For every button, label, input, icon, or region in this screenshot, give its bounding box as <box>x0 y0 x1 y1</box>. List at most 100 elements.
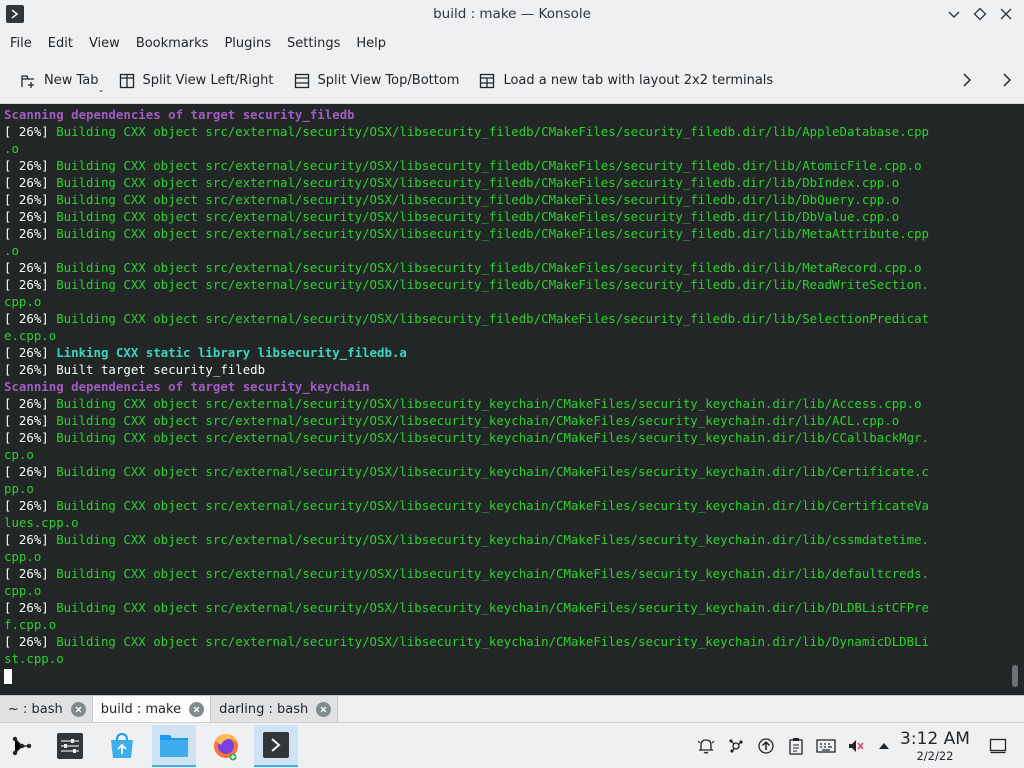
terminal-line: f.cpp.o <box>4 616 1004 633</box>
kde-connect-icon[interactable] <box>726 736 746 756</box>
new-tab-button[interactable]: New Tab ⌄ <box>12 64 107 98</box>
file-manager-icon[interactable] <box>152 725 196 767</box>
close-button[interactable] <box>996 4 1016 24</box>
terminal-line: [ 26%] Building CXX object src/external/… <box>4 276 1004 293</box>
terminal-line-text: pp.o <box>4 481 34 496</box>
chevron-right-icon <box>963 73 972 87</box>
show-desktop-icon[interactable] <box>988 736 1008 756</box>
terminal-line-text: cp.o <box>4 447 34 462</box>
volume-muted-icon[interactable] <box>846 736 866 756</box>
close-icon <box>1000 8 1012 20</box>
maximize-button[interactable] <box>970 4 990 24</box>
keyboard-layout-icon[interactable] <box>816 736 836 756</box>
terminal-line-text: st.cpp.o <box>4 651 64 666</box>
terminal-line: Scanning dependencies of target security… <box>4 106 1004 123</box>
menu-settings[interactable]: Settings <box>279 30 348 58</box>
toolbar: New Tab ⌄ Split View Left/Right Split Vi… <box>0 58 1024 104</box>
terminal-line-text: Building CXX object src/external/securit… <box>56 634 930 649</box>
terminal-line: [ 26%] Building CXX object src/external/… <box>4 310 1004 327</box>
terminal-line-text: Building CXX object src/external/securit… <box>56 413 900 428</box>
prompt-line <box>4 667 1004 684</box>
menu-file[interactable]: File <box>2 30 40 58</box>
toolbar-overflow-button[interactable] <box>997 70 1017 90</box>
terminal-line-text: Building CXX object src/external/securit… <box>56 124 930 139</box>
split-left-right-button[interactable]: Split View Left/Right <box>111 64 282 98</box>
progress-prefix: [ 26%] <box>4 464 57 479</box>
terminal-line-text: .o <box>4 243 19 258</box>
terminal-line-text: Building CXX object src/external/securit… <box>56 277 930 292</box>
terminal-line: [ 26%] Building CXX object src/external/… <box>4 633 1004 650</box>
clipboard-icon[interactable] <box>786 736 806 756</box>
toolbar-next-button[interactable] <box>957 70 977 90</box>
split-top-bottom-button[interactable]: Split View Top/Bottom <box>286 64 468 98</box>
tab-build-make[interactable]: build : make <box>92 696 212 722</box>
chevron-down-icon <box>948 11 960 18</box>
terminal-scrollbar[interactable] <box>1012 665 1018 687</box>
progress-prefix: [ 26%] <box>4 345 57 360</box>
menu-bar: File Edit View Bookmarks Plugins Setting… <box>0 30 1024 58</box>
title-bar: build : make — Konsole <box>0 0 1024 30</box>
terminal-line-text: Linking CXX static library libsecurity_f… <box>56 345 407 360</box>
system-tray-expand-icon[interactable] <box>874 736 894 756</box>
terminal-line: Scanning dependencies of target security… <box>4 378 1004 395</box>
split-horizontal-icon <box>119 73 134 88</box>
load-layout-button[interactable]: Load a new tab with layout 2x2 terminals <box>471 64 781 98</box>
terminal-line: [ 26%] Building CXX object src/external/… <box>4 157 1004 174</box>
tab-bash-home[interactable]: ~ : bash <box>0 696 93 722</box>
close-tab-icon[interactable] <box>189 701 205 717</box>
terminal-line-text: Built target security_filedb <box>56 362 266 377</box>
progress-prefix: [ 26%] <box>4 124 57 139</box>
clock-date: 2/2/22 <box>916 749 954 763</box>
terminal-line: [ 26%] Building CXX object src/external/… <box>4 599 1004 616</box>
tab-bar: ~ : bash build : make darling : bash <box>0 695 1024 722</box>
discover-store-icon[interactable] <box>100 725 144 767</box>
digital-clock[interactable]: 3:12 AM 2/2/22 <box>896 729 974 763</box>
terminal-line: [ 26%] Building CXX object src/external/… <box>4 191 1004 208</box>
update-notifier-icon[interactable] <box>756 736 776 756</box>
progress-prefix: [ 26%] <box>4 226 57 241</box>
konsole-icon[interactable] <box>254 725 298 767</box>
terminal-line: cpp.o <box>4 582 1004 599</box>
terminal-line-text: f.cpp.o <box>4 617 57 632</box>
menu-view[interactable]: View <box>81 30 128 58</box>
close-tab-icon[interactable] <box>70 701 86 717</box>
terminal-line: [ 26%] Building CXX object src/external/… <box>4 497 1004 514</box>
progress-prefix: [ 26%] <box>4 158 57 173</box>
diamond-icon <box>973 7 987 21</box>
terminal-line: [ 26%] Building CXX object src/external/… <box>4 463 1004 480</box>
terminal-line-text: Building CXX object src/external/securit… <box>56 209 900 224</box>
text-cursor <box>4 669 12 684</box>
terminal-line: [ 26%] Building CXX object src/external/… <box>4 395 1004 412</box>
terminal-line-text: Building CXX object src/external/securit… <box>56 311 930 326</box>
terminal-line: st.cpp.o <box>4 650 1004 667</box>
progress-prefix: [ 26%] <box>4 566 57 581</box>
progress-prefix: [ 26%] <box>4 209 57 224</box>
progress-prefix: [ 26%] <box>4 532 57 547</box>
notifications-icon[interactable] <box>696 736 716 756</box>
progress-prefix: [ 26%] <box>4 430 57 445</box>
menu-help[interactable]: Help <box>348 30 394 58</box>
terminal-line: [ 26%] Linking CXX static library libsec… <box>4 344 1004 361</box>
firefox-icon[interactable] <box>204 725 248 767</box>
terminal-line: [ 26%] Building CXX object src/external/… <box>4 259 1004 276</box>
menu-edit[interactable]: Edit <box>40 30 81 58</box>
terminal-line-text: e.cpp.o <box>4 328 57 343</box>
menu-plugins[interactable]: Plugins <box>216 30 279 58</box>
split-top-bottom-label: Split View Top/Bottom <box>317 73 460 88</box>
minimize-button[interactable] <box>944 4 964 24</box>
tab-darling-bash[interactable]: darling : bash <box>211 696 339 722</box>
terminal-view[interactable]: Scanning dependencies of target security… <box>0 105 1024 695</box>
clock-time: 3:12 AM <box>900 729 970 749</box>
progress-prefix: [ 26%] <box>4 396 57 411</box>
terminal-line-text: Building CXX object src/external/securit… <box>56 175 900 190</box>
terminal-line-text: Building CXX object src/external/securit… <box>56 498 930 513</box>
close-tab-icon[interactable] <box>316 701 332 717</box>
menu-bookmarks[interactable]: Bookmarks <box>128 30 217 58</box>
application-launcher-icon[interactable] <box>0 725 44 767</box>
system-settings-icon[interactable] <box>48 725 92 767</box>
terminal-line-text: Scanning dependencies of target security… <box>4 379 370 394</box>
terminal-line-text: Building CXX object src/external/securit… <box>56 260 922 275</box>
progress-prefix: [ 26%] <box>4 277 57 292</box>
terminal-line-text: Building CXX object src/external/securit… <box>56 226 930 241</box>
terminal-line-text: Building CXX object src/external/securit… <box>56 158 922 173</box>
